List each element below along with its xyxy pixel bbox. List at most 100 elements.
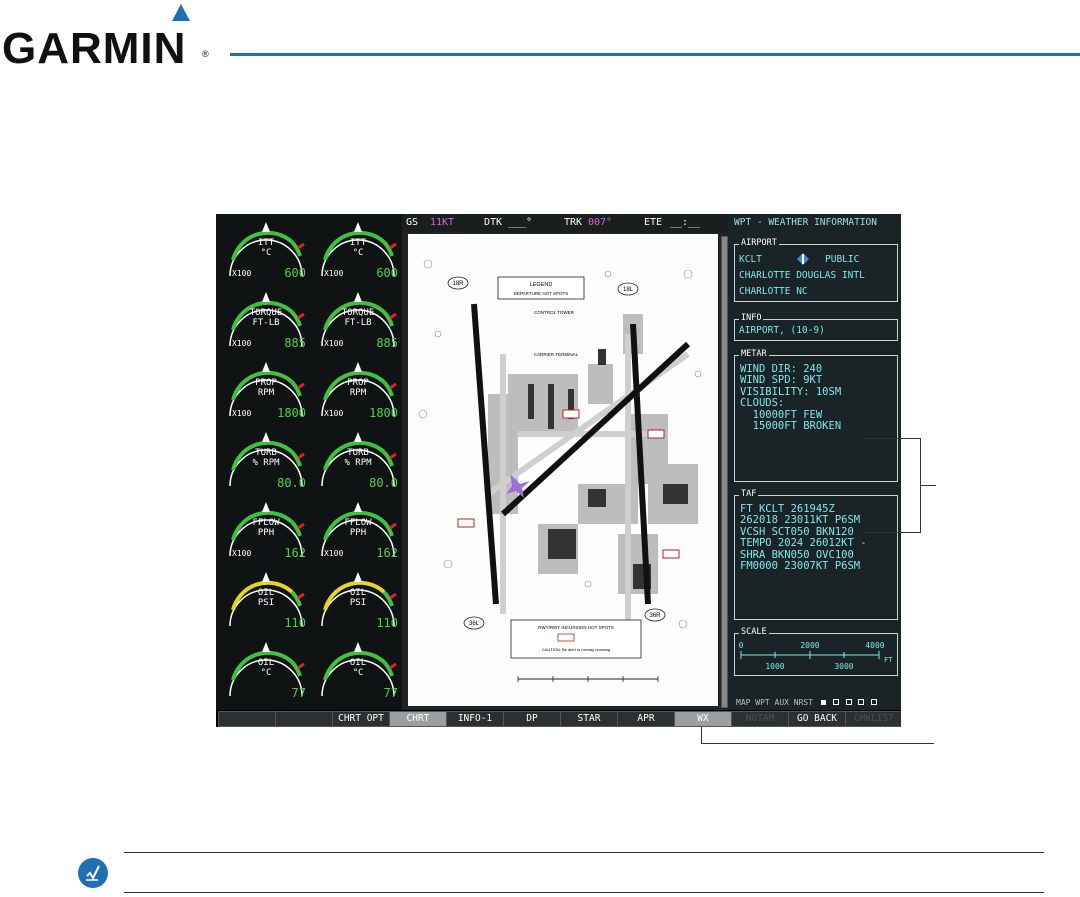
gauge-unit: PSI	[349, 598, 367, 608]
gs-value: 11KT	[430, 217, 455, 228]
mfd-display: ITT °C X100 600 ITT °C X100 600 TORQUE FT-LB X100 8…	[216, 214, 901, 727]
runway-label-18r: 18R	[452, 281, 464, 287]
engine-gauge: FFLOW PPH X100 162	[220, 496, 312, 566]
scale-tick-3000: 3000	[834, 662, 853, 671]
scale-tick-1000: 1000	[765, 662, 784, 671]
softkey-info-1[interactable]: INFO-1	[446, 711, 504, 727]
scale-bar: 0 2000 4000 1000 3000 FT	[739, 641, 894, 671]
softkey-dp[interactable]: DP	[503, 711, 561, 727]
engine-gauge: ITT °C X100 600	[220, 216, 312, 286]
gauge-value: 885	[284, 336, 306, 350]
gauge-value: 110	[284, 616, 306, 630]
chart-legend-title: LEGEND	[530, 282, 553, 288]
gauge-unit: °C	[260, 668, 272, 678]
softkey-chklist[interactable]: CHKLIST	[845, 711, 901, 727]
taf-text: FT KCLT 261945Z 262018 23011KT P6SM VCSH…	[740, 503, 867, 573]
gauge-multiplier: X100	[324, 409, 344, 418]
ete-label: ETE	[644, 217, 663, 228]
runway-label-36l: 36L	[469, 621, 480, 627]
softkey-wx[interactable]: WX	[674, 711, 732, 727]
engine-gauge: TORQUE FT-LB X100 885	[220, 286, 312, 356]
gauge-title: FFLOW	[252, 518, 280, 528]
gauge-title: ITT	[257, 238, 275, 248]
gauge-value: 80.0	[277, 476, 306, 490]
airport-name: CHARLOTTE DOUGLAS INTL	[739, 270, 865, 281]
softkey-chrt-opt[interactable]: CHRT OPT	[332, 711, 390, 727]
gauge-value: 80.0	[369, 476, 398, 490]
airport-diagram[interactable]: LEGEND DEPARTURE HOT SPOTS CONTROL TOWER…	[408, 234, 718, 706]
gauge-multiplier: X100	[324, 339, 344, 348]
gauge-value: 162	[376, 546, 398, 560]
metar-box: METAR WIND DIR: 240 WIND SPD: 9KT VISIBI…	[734, 349, 898, 482]
logo-registered-mark: ®	[202, 49, 209, 59]
callout-bracket-tick	[920, 485, 936, 486]
callout-metar-line	[865, 438, 920, 439]
scale-tick-2000: 2000	[800, 641, 819, 650]
page-indicator-icon	[871, 699, 878, 705]
gauge-value: 1800	[277, 406, 306, 420]
info-value[interactable]: AIRPORT, (10-9)	[739, 325, 825, 336]
softkey-star[interactable]: STAR	[560, 711, 618, 727]
logo-wordmark: GARMIN	[2, 24, 187, 73]
engine-gauge: OIL PSI 110	[220, 566, 312, 636]
gs-label: GS	[406, 217, 419, 228]
chart-terminal-label: CARRIER TERMINAL	[534, 352, 579, 357]
dtk-value: ___°	[508, 217, 533, 228]
engine-gauge: OIL °C 77	[220, 636, 312, 706]
airport-city: CHARLOTTE NC	[739, 286, 808, 297]
gauge-unit: °C	[260, 248, 272, 258]
callout-taf-line	[865, 532, 920, 533]
info-box: INFO AIRPORT, (10-9)	[734, 313, 898, 341]
metar-box-label: METAR	[739, 349, 769, 359]
gauge-unit: PSI	[257, 598, 275, 608]
gauge-multiplier: X100	[232, 269, 252, 278]
gauge-value: 1800	[369, 406, 398, 420]
chart-pane: GS 11KT DTK ___° TRK 007° ETE __:__ LEGE…	[402, 214, 728, 710]
scale-unit: FT	[884, 656, 893, 664]
gauge-multiplier: X100	[232, 409, 252, 418]
dtk-label: DTK	[484, 217, 503, 228]
softkey-blank-0[interactable]	[218, 711, 276, 727]
trk-label: TRK	[564, 217, 583, 228]
page-indicator-icon	[858, 699, 865, 705]
gauge-title: FFLOW	[344, 518, 372, 528]
gauge-unit: °C	[352, 668, 364, 678]
chart-legend-item: DEPARTURE HOT SPOTS	[514, 291, 569, 296]
gauge-title: TURB	[255, 448, 277, 458]
chart-scrollbar[interactable]	[721, 236, 728, 708]
softkey-blank-1[interactable]	[275, 711, 333, 727]
gauge-unit: PPH	[257, 528, 275, 538]
softkey-apr[interactable]: APR	[617, 711, 675, 727]
scale-box: SCALE 0 2000 4000 1000 3000 FT	[734, 627, 898, 676]
scale-tick-0: 0	[739, 641, 744, 650]
softkey-bar: CHRT OPT CHRT INFO-1 DP STAR APR WX NOTAM GO BAC…	[216, 710, 901, 727]
softkey-chrt[interactable]: CHRT	[389, 711, 447, 727]
weather-info-pane: WPT - WEATHER INFORMATION AIRPORT KCLT P…	[728, 214, 901, 710]
scale-box-label: SCALE	[739, 627, 769, 637]
engine-gauge: ITT °C X100 600	[312, 216, 404, 286]
gauge-multiplier: X100	[324, 269, 344, 278]
taf-box: TAF FT KCLT 261945Z 262018 23011KT P6SM …	[734, 489, 898, 620]
airport-box-label: AIRPORT	[739, 238, 779, 248]
gauge-unit: RPM	[349, 388, 367, 398]
gauge-unit: RPM	[257, 388, 275, 398]
gauge-title: ITT	[349, 238, 367, 248]
weather-info-title: WPT - WEATHER INFORMATION	[734, 217, 877, 228]
gauge-value: 110	[376, 616, 398, 630]
engine-gauge: OIL °C 77	[312, 636, 404, 706]
gauge-value: 600	[376, 266, 398, 280]
softkey-notam[interactable]: NOTAM	[731, 711, 789, 727]
engine-gauge: FFLOW PPH X100 162	[312, 496, 404, 566]
gauge-title: PROP	[255, 378, 277, 388]
page-indicator-icon	[832, 699, 839, 705]
note-icon	[78, 858, 108, 888]
softkey-go-back[interactable]: GO BACK	[788, 711, 846, 727]
gauge-value: 77	[383, 686, 398, 700]
gauge-unit: % RPM	[344, 458, 372, 468]
nav-data-bar: GS 11KT DTK ___° TRK 007° ETE __:__	[402, 214, 728, 232]
gauge-title: OIL	[257, 658, 275, 668]
gauge-title: TORQUE	[341, 308, 375, 318]
runway-label-18l: 18L	[623, 287, 634, 293]
engine-gauge: PROP RPM X100 1800	[220, 356, 312, 426]
callout-wx-horizontal	[701, 743, 934, 744]
